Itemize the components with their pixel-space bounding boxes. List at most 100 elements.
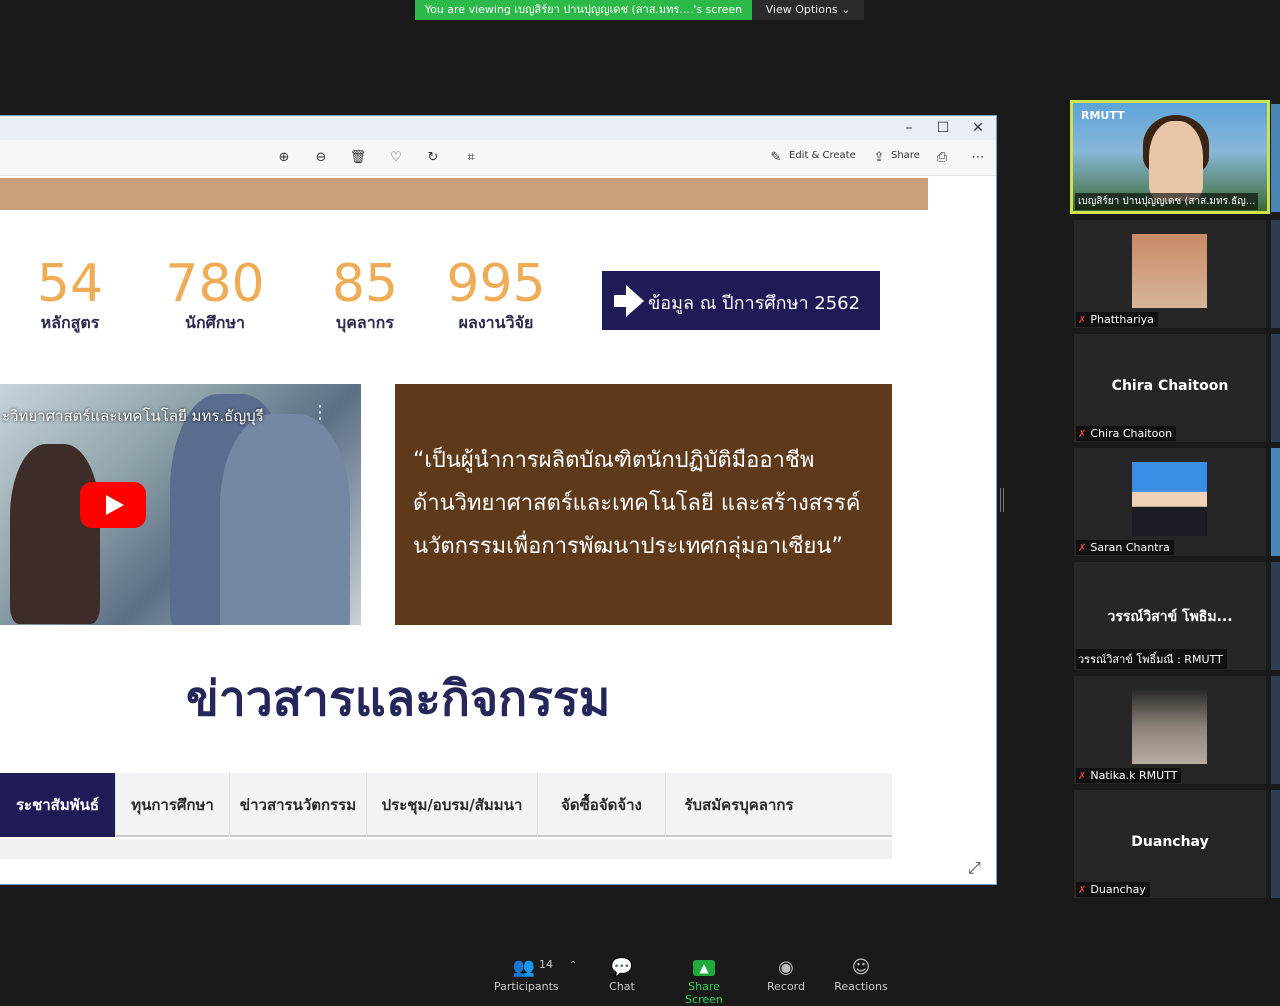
video-more-icon[interactable]: ⋮	[311, 402, 329, 423]
rotate-icon[interactable]: ↻	[423, 148, 443, 168]
stat-students: 780 นักศึกษา	[155, 256, 275, 334]
avatar	[1132, 462, 1207, 536]
participant-tile[interactable]: วรรณ์วิสาข์ โพธิม... วรรณ์วิสาข์ โพธิ์มณ…	[1074, 562, 1266, 670]
stat-courses: 54 หลักสูตร	[20, 256, 120, 334]
shared-screen-window: – ☐ ✕ ⊕ ⊖ 🗑 ♡ ↻ ⌗ ✎ Edit & Create ⇪ Shar…	[0, 115, 997, 885]
tab-procurement[interactable]: จัดซื้อจัดจ้าง	[538, 773, 666, 837]
reactions-button[interactable]: ☺ Reactions	[834, 956, 888, 993]
header-stripe	[0, 178, 928, 210]
edit-create-button[interactable]: Edit & Create	[789, 150, 856, 161]
speaker-tile[interactable]: RMUTT เบญสิร์ยา ปานปุญญเดช (สาส.มทร.ธัญ.…	[1070, 100, 1270, 214]
offscreen-tile	[1271, 334, 1280, 442]
avatar	[1132, 234, 1207, 308]
participants-label: Participants	[494, 980, 559, 993]
chat-icon: 💬	[610, 957, 634, 978]
play-button[interactable]	[80, 482, 146, 528]
stat-research: 995 ผลงานวิจัย	[436, 256, 556, 334]
panel-splitter[interactable]	[1000, 488, 1004, 512]
academic-year-info-button[interactable]: ข้อมูล ณ ปีการศึกษา 2562	[602, 271, 880, 330]
chat-label: Chat	[609, 980, 635, 993]
offscreen-tile	[1271, 448, 1280, 556]
mic-muted-icon: ✗	[1078, 771, 1087, 782]
record-button[interactable]: ◉ Record	[764, 956, 808, 993]
tab-innovation-news[interactable]: ข่าวสารนวัตกรรม	[230, 773, 367, 837]
rmutt-logo: RMUTT	[1081, 109, 1125, 122]
avatar	[1132, 690, 1207, 764]
stat-value: 85	[331, 254, 399, 314]
stat-label: ผลงานวิจัย	[458, 313, 534, 332]
offscreen-tile	[1271, 676, 1280, 784]
participant-name-text: วรรณ์วิสาข์ โพธิ์มณี : RMUTT	[1078, 653, 1223, 666]
share-screen-label: Share Screen	[685, 980, 723, 1006]
more-options-icon[interactable]: ⋯	[968, 148, 988, 168]
maximize-icon[interactable]: ☐	[928, 118, 958, 138]
participant-tile[interactable]: Chira Chaitoon ✗ Chira Chaitoon	[1074, 334, 1266, 442]
mic-muted-icon: ✗	[1078, 543, 1087, 554]
mic-muted-icon: ✗	[1078, 429, 1087, 440]
participant-big-name: Chira Chaitoon	[1111, 378, 1229, 394]
participant-name: ✗ Duanchay	[1076, 882, 1150, 897]
participant-name-text: Duanchay	[1090, 883, 1146, 896]
stat-label: หลักสูตร	[40, 313, 100, 332]
tab-seminar[interactable]: ประชุม/อบรม/สัมมนา	[367, 773, 538, 837]
chat-button[interactable]: 💬 Chat	[602, 956, 642, 993]
participant-name: วรรณ์วิสาข์ โพธิ์มณี : RMUTT	[1076, 649, 1227, 669]
participant-big-name: วรรณ์วิสาข์ โพธิม...	[1107, 609, 1233, 625]
participant-tile[interactable]: ✗ Saran Chantra	[1074, 448, 1266, 556]
view-options-button[interactable]: View Options ⌄	[752, 0, 864, 20]
participant-name-text: Chira Chaitoon	[1090, 427, 1173, 440]
offscreen-tile	[1271, 790, 1280, 898]
favorite-icon[interactable]: ♡	[386, 148, 406, 168]
tab-scholarship[interactable]: ทุนการศึกษา	[116, 773, 230, 837]
viewing-banner: You are viewing เบญสิร์ยา ปานปุญญเดช (สา…	[415, 0, 752, 20]
close-icon[interactable]: ✕	[963, 118, 993, 138]
participant-name: ✗ Natika.k RMUTT	[1076, 768, 1182, 783]
stat-value: 995	[446, 254, 546, 314]
zoom-in-icon[interactable]: ⊕	[274, 148, 294, 168]
stat-label: นักศึกษา	[185, 313, 245, 332]
mic-muted-icon: ✗	[1078, 315, 1087, 326]
delete-icon[interactable]: 🗑	[348, 148, 368, 168]
share-icon[interactable]: ⇪	[869, 148, 889, 168]
share-button[interactable]: Share	[891, 150, 920, 161]
video-figure	[10, 444, 100, 624]
quote-line-1: “เป็นผู้นำการผลิตบัณฑิตนักปฏิบัติมืออาชี…	[413, 448, 815, 473]
quote-line-3: นวัตกรรมเพื่อการพัฒนาประเทศกลุ่มอาเซียน”	[413, 534, 843, 559]
mic-muted-icon: ✗	[1078, 885, 1087, 896]
participant-tile[interactable]: Duanchay ✗ Duanchay	[1074, 790, 1266, 898]
participant-tile[interactable]: ✗ Natika.k RMUTT	[1074, 676, 1266, 784]
video-title: ะวิทยาศาสตร์และเทคโนโลยี มทร.ธัญบุรี	[2, 407, 264, 425]
expand-icon[interactable]: ⤢	[968, 858, 981, 878]
participant-big-name: Duanchay	[1131, 834, 1209, 850]
play-icon	[106, 495, 124, 515]
participant-name-text: Natika.k RMUTT	[1090, 769, 1178, 782]
zoom-out-icon[interactable]: ⊖	[311, 148, 331, 168]
video-thumbnail[interactable]: ะวิทยาศาสตร์และเทคโนโลยี มทร.ธัญบุรี ⋮	[0, 384, 361, 625]
offscreen-tile	[1271, 562, 1280, 670]
tab-recruitment[interactable]: รับสมัครบุคลากร	[666, 773, 812, 837]
window-titlebar: – ☐ ✕	[0, 116, 996, 140]
crop-icon[interactable]: ⌗	[461, 148, 481, 168]
participants-count: 14	[539, 958, 553, 971]
speaker-figure	[1149, 121, 1203, 201]
minimize-icon[interactable]: –	[894, 118, 924, 138]
chevron-up-icon[interactable]: ⌃	[569, 960, 577, 971]
print-icon[interactable]: ⎙	[932, 148, 952, 168]
record-label: Record	[766, 980, 805, 993]
tab-content-area	[0, 839, 892, 859]
stat-value: 54	[36, 254, 104, 314]
tab-public-relations[interactable]: ระชาสัมพันธ์	[0, 773, 116, 837]
stat-value: 780	[165, 254, 265, 314]
edit-create-icon[interactable]: ✎	[766, 148, 786, 168]
participant-name: ✗ Phatthariya	[1076, 312, 1158, 327]
offscreen-tile	[1271, 220, 1280, 328]
arrow-head-icon	[626, 285, 644, 317]
share-screen-button[interactable]: ▲ Share Screen	[670, 956, 738, 1006]
offscreen-tile	[1271, 104, 1280, 212]
quote-line-2: ด้านวิทยาศาสตร์และเทคโนโลยี และสร้างสรรค…	[413, 491, 861, 516]
share-screen-icon: ▲	[693, 960, 715, 976]
news-section-title: ข่าวสารและกิจกรรม	[186, 671, 611, 727]
participant-tile[interactable]: ✗ Phatthariya	[1074, 220, 1266, 328]
reactions-icon: ☺	[851, 957, 871, 978]
stat-label: บุคลากร	[336, 313, 394, 332]
